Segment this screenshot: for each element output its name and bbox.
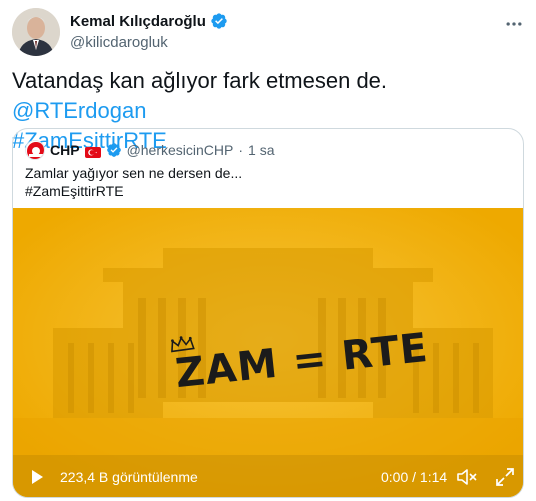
quoted-name[interactable]: CHP [50,142,80,158]
author-handle[interactable]: @kilicdarogluk [70,34,228,51]
video-duration: 0:00 / 1:14 [381,469,448,485]
fullscreen-icon[interactable] [495,467,515,487]
avatar[interactable] [12,8,60,56]
mention-link[interactable]: @RTErdogan [12,98,146,123]
quoted-hashtag[interactable]: #ZamEşittirRTE [25,182,505,200]
quoted-handle[interactable]: @herkesicinCHP [127,142,234,158]
verified-badge-icon [210,12,228,30]
quoted-text-line: Zamlar yağıyor sen ne dersen de... [25,165,243,181]
chp-logo[interactable] [25,140,45,160]
video-controls: 223,4 B görüntülenme 0:00 / 1:14 [13,455,523,497]
verified-badge-icon [106,142,122,158]
quoted-time[interactable]: 1 sa [248,142,274,158]
view-count: 223,4 B görüntülenme [60,469,198,485]
turkish-flag-icon [84,145,101,158]
author-block: Kemal Kılıçdaroğlu @kilicdarogluk [70,12,228,51]
quoted-header: CHP @herkesicinCHP · 1 sa [25,140,275,160]
quoted-text: Zamlar yağıyor sen ne dersen de... #ZamE… [25,164,505,200]
video-player[interactable]: ZAM = RTE 223,4 B görüntülenme 0:00 / 1:… [13,208,523,497]
more-icon[interactable] [500,10,528,38]
author-name-row[interactable]: Kemal Kılıçdaroğlu [70,12,228,30]
tweet-body: Vatandaş kan ağlıyor fark etmesen de. [12,68,388,93]
volume-icon[interactable] [456,467,478,487]
play-icon[interactable] [29,469,45,485]
quoted-tweet[interactable]: CHP @herkesicinCHP · 1 sa Zamlar yağıyor… [12,128,524,498]
author-name[interactable]: Kemal Kılıçdaroğlu [70,13,206,30]
separator-dot: · [238,142,244,158]
tweet: Kemal Kılıçdaroğlu @kilicdarogluk Vatand… [0,0,536,501]
